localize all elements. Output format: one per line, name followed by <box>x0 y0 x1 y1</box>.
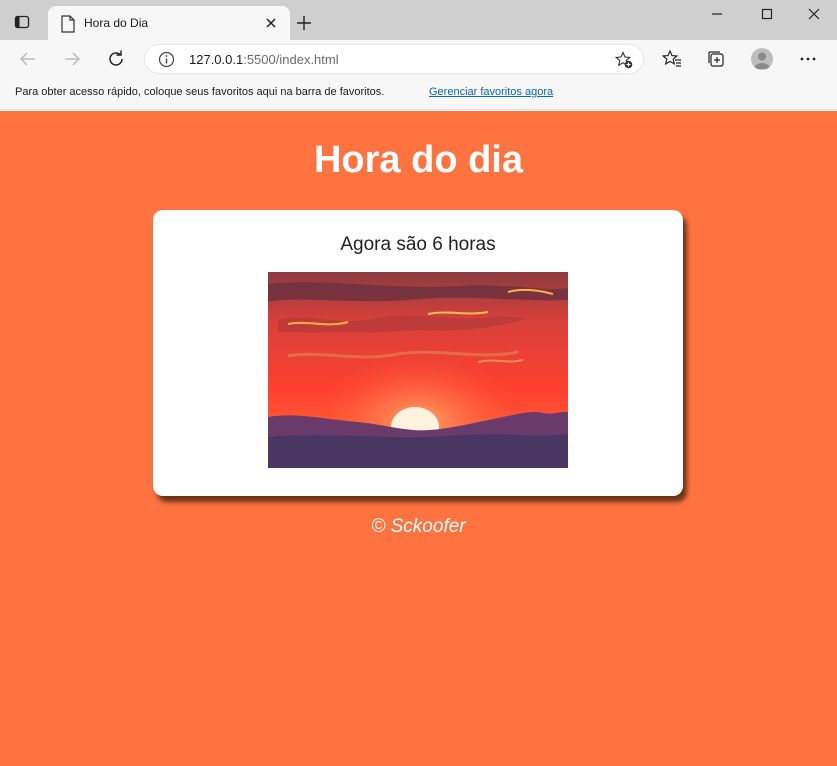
favorites-bar: Para obter acesso rápido, coloque seus f… <box>0 78 837 110</box>
tab-title: Hora do Dia <box>84 16 149 30</box>
back-arrow-icon[interactable] <box>17 48 39 70</box>
collections-icon[interactable] <box>706 49 726 69</box>
forward-arrow-icon[interactable] <box>61 48 83 70</box>
sunset-image <box>268 272 568 468</box>
add-favorite-icon[interactable] <box>615 51 633 69</box>
maximize-icon[interactable] <box>757 6 777 22</box>
browser-titlebar: Hora do Dia <box>0 0 837 40</box>
tab-actions-icon[interactable] <box>14 14 30 30</box>
url-text[interactable]: 127.0.0.1:5500/index.html <box>189 52 339 67</box>
plus-icon[interactable] <box>296 15 312 31</box>
favorites-message: Para obter acesso rápido, coloque seus f… <box>15 86 385 98</box>
info-icon[interactable] <box>158 51 175 68</box>
more-icon[interactable] <box>798 49 818 69</box>
manage-favorites-link[interactable]: Gerenciar favoritos agora <box>429 86 553 98</box>
favorites-icon[interactable] <box>662 49 682 69</box>
address-bar[interactable]: 127.0.0.1:5500/index.html <box>144 44 644 74</box>
url-path: :5500/index.html <box>243 52 339 67</box>
footer-credit: © Sckoofer <box>371 516 466 537</box>
close-icon[interactable] <box>264 16 278 30</box>
page-title: Hora do dia <box>313 139 524 181</box>
page-icon <box>61 15 75 33</box>
person-icon <box>754 52 770 69</box>
page-content: Hora do dia Agora são 6 horas © Sckoofer <box>0 111 837 766</box>
minimize-icon[interactable] <box>707 6 727 22</box>
refresh-icon[interactable] <box>105 48 127 70</box>
time-card: Agora são 6 horas <box>153 210 683 496</box>
time-message: Agora são 6 horas <box>340 234 496 255</box>
tab-hora-do-dia[interactable]: Hora do Dia <box>48 6 290 40</box>
url-host: 127.0.0.1 <box>189 52 244 67</box>
profile-avatar-icon[interactable] <box>751 48 773 70</box>
browser-toolbar: 127.0.0.1:5500/index.html <box>0 40 837 78</box>
close-window-icon[interactable] <box>804 6 824 22</box>
